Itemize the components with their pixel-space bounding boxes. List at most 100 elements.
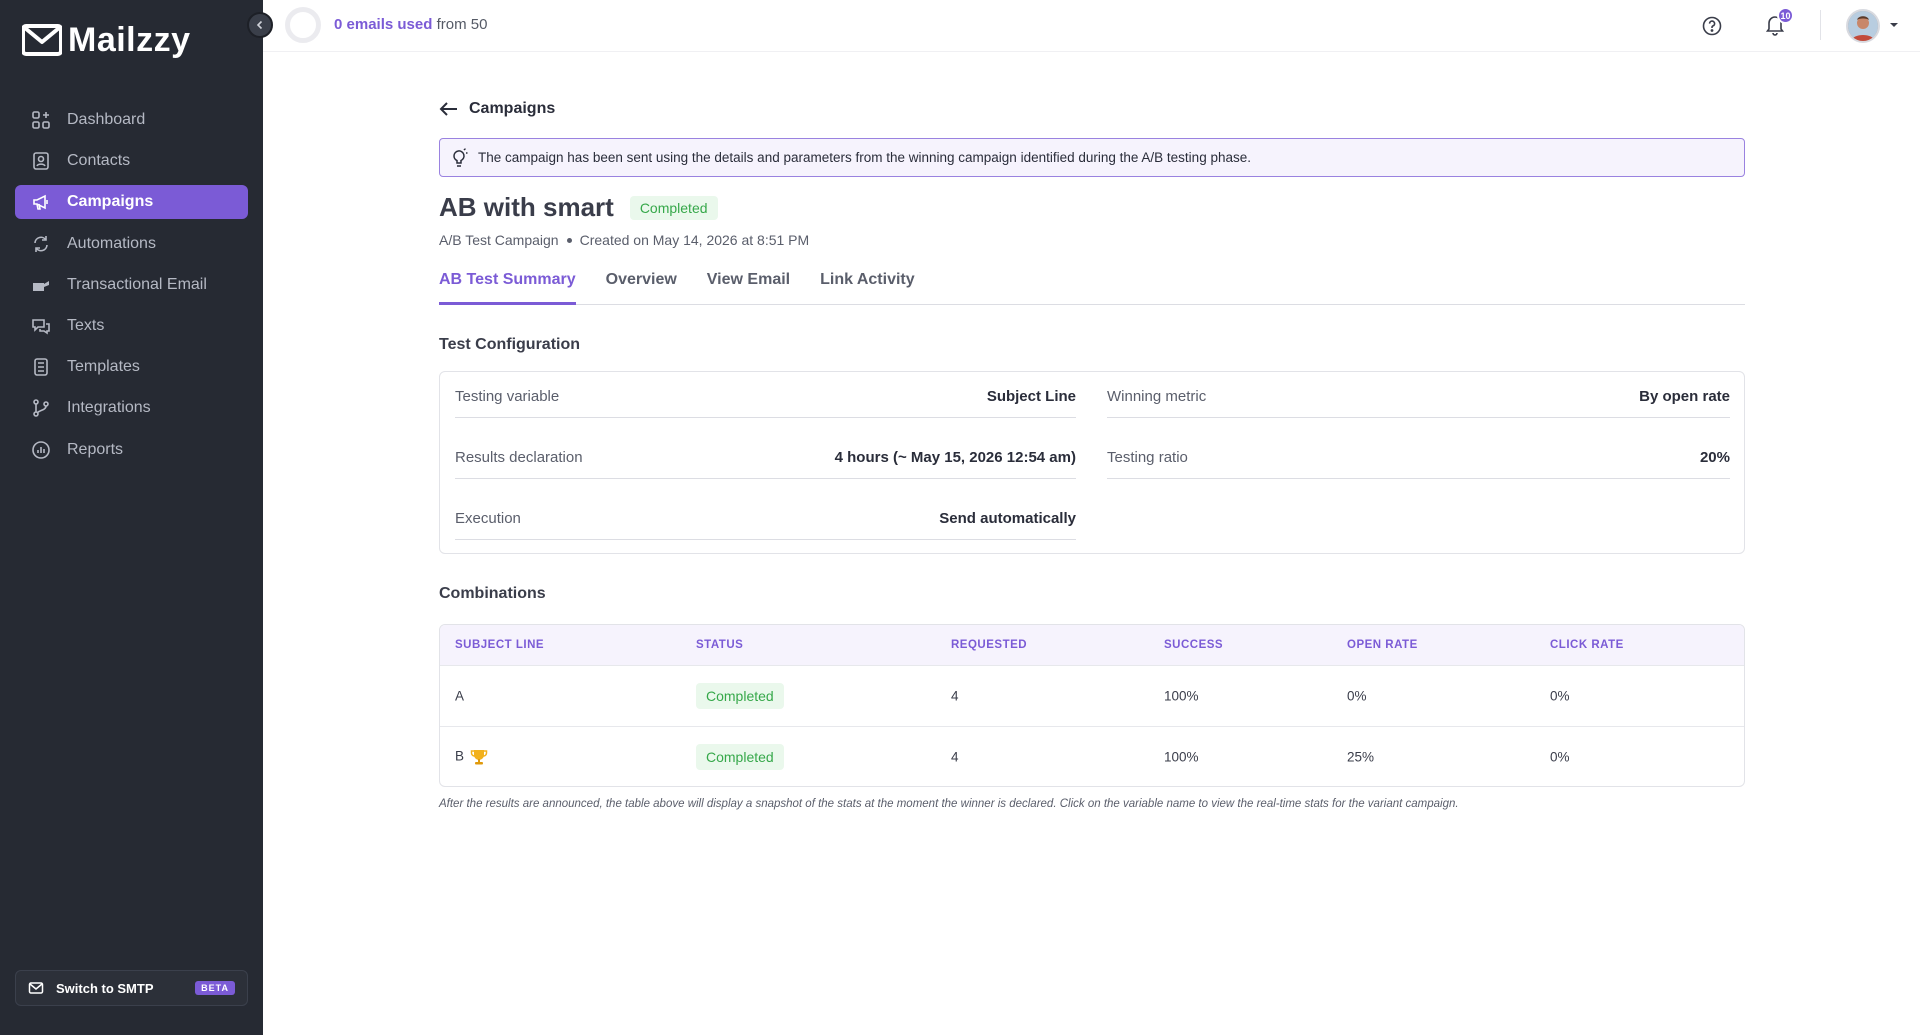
- arrow-left-icon: [439, 102, 457, 116]
- chevron-down-icon[interactable]: [1889, 21, 1899, 29]
- collapse-sidebar-button[interactable]: [247, 12, 273, 38]
- sidebar-item-templates[interactable]: Templates: [15, 350, 248, 384]
- integrations-icon: [33, 399, 49, 418]
- subject-line-cell: B: [455, 748, 488, 766]
- brand-name: Mailzzy: [68, 20, 191, 59]
- sidebar-nav: Dashboard Contacts Campaigns Automations…: [15, 103, 248, 474]
- column-header-open-rate: OPEN RATE: [1347, 639, 1418, 651]
- column-header-success: SUCCESS: [1164, 639, 1224, 651]
- notifications-button[interactable]: 10: [1763, 7, 1794, 40]
- table-row[interactable]: A Completed 4 100% 0% 0%: [440, 665, 1744, 726]
- campaign-type: A/B Test Campaign: [439, 232, 559, 248]
- config-value: Send automatically: [939, 510, 1076, 527]
- requested-value: 4: [951, 688, 959, 704]
- trophy-icon: [470, 750, 488, 765]
- sidebar-item-label: Campaigns: [67, 193, 154, 211]
- page-title: AB with smart: [439, 192, 614, 222]
- sidebar-item-label: Transactional Email: [67, 275, 207, 293]
- config-value: 20%: [1699, 449, 1730, 466]
- test-configuration-title: Test Configuration: [439, 336, 581, 353]
- test-configuration-card: Testing variable Subject Line Winning me…: [439, 371, 1745, 554]
- user-avatar-icon: [1848, 11, 1878, 41]
- tab-view-email[interactable]: View Email: [707, 265, 790, 305]
- sidebar-item-label: Reports: [67, 440, 124, 458]
- tab-ab-test-summary[interactable]: AB Test Summary: [439, 265, 576, 305]
- templates-icon: [34, 358, 48, 376]
- mailzzy-logo-icon: [22, 24, 62, 56]
- beta-badge: BETA: [195, 981, 235, 995]
- column-header-status: STATUS: [696, 639, 744, 651]
- mail-icon: [28, 982, 44, 994]
- lightbulb-icon: [453, 147, 468, 167]
- sidebar-item-label: Contacts: [67, 152, 131, 170]
- topbar: 0 emails used from 50 10: [263, 0, 1920, 52]
- config-testing-variable: Testing variable Subject Line: [455, 388, 1076, 418]
- sidebar-item-label: Dashboard: [67, 111, 146, 128]
- config-label: Winning metric: [1107, 388, 1207, 405]
- campaign-meta: A/B Test Campaign Created on May 14, 202…: [439, 232, 809, 248]
- texts-icon: [32, 319, 50, 335]
- config-value: Subject Line: [986, 388, 1076, 405]
- status-badge: Completed: [696, 744, 784, 770]
- column-header-requested: REQUESTED: [951, 639, 1028, 651]
- open-rate-value: 0%: [1347, 688, 1367, 704]
- dashboard-icon: [32, 111, 50, 129]
- avatar[interactable]: [1846, 9, 1880, 43]
- requested-value: 4: [951, 749, 959, 765]
- contacts-icon: [33, 152, 49, 170]
- usage-limit: from 50: [436, 16, 488, 33]
- combinations-title: Combinations: [439, 585, 546, 602]
- sidebar-item-campaigns[interactable]: Campaigns: [15, 185, 248, 220]
- transactional-icon: [33, 280, 49, 291]
- table-row[interactable]: B Completed 4 100% 25% 0%: [440, 726, 1744, 786]
- click-rate-value: 0%: [1550, 749, 1570, 765]
- tab-overview[interactable]: Overview: [606, 265, 677, 305]
- email-usage: 0 emails used from 50: [334, 16, 487, 33]
- config-label: Execution: [455, 510, 521, 527]
- meta-separator: [566, 237, 572, 243]
- sidebar-item-contacts[interactable]: Contacts: [15, 144, 248, 178]
- sidebar-item-label: Templates: [67, 358, 140, 376]
- created-date: Created on May 14, 2026 at 8:51 PM: [579, 232, 810, 248]
- switch-to-smtp-button[interactable]: Switch to SMTP BETA: [15, 970, 248, 1006]
- config-winning-metric: Winning metric By open rate: [1107, 388, 1730, 418]
- reports-icon: [32, 440, 50, 459]
- subject-line-link[interactable]: B: [455, 749, 464, 764]
- subject-line-link[interactable]: A: [455, 689, 464, 704]
- tab-bar: AB Test Summary Overview View Email Link…: [439, 265, 1745, 305]
- config-testing-ratio: Testing ratio 20%: [1107, 449, 1730, 479]
- automations-icon: [34, 235, 48, 252]
- status-badge: Completed: [696, 683, 784, 709]
- sidebar: Mailzzy Dashboard Contacts Campaigns Aut…: [0, 0, 263, 1035]
- megaphone-icon: [33, 195, 48, 211]
- sidebar-item-label: Texts: [67, 316, 105, 334]
- status-badge: Completed: [629, 195, 718, 220]
- sidebar-item-automations[interactable]: Automations: [15, 227, 248, 261]
- column-header-click-rate: CLICK RATE: [1550, 639, 1624, 651]
- combinations-table: SUBJECT LINE STATUS REQUESTED SUCCESS OP…: [439, 624, 1745, 787]
- sidebar-item-texts[interactable]: Texts: [15, 309, 248, 343]
- sidebar-item-transactional-email[interactable]: Transactional Email: [15, 268, 248, 302]
- click-rate-value: 0%: [1550, 688, 1570, 704]
- back-to-campaigns-link[interactable]: Campaigns: [439, 100, 555, 118]
- sidebar-item-label: Integrations: [67, 399, 151, 417]
- open-rate-value: 25%: [1347, 749, 1375, 765]
- sidebar-item-label: Automations: [67, 234, 156, 252]
- table-footnote: After the results are announced, the tab…: [439, 798, 1459, 810]
- config-label: Testing ratio: [1107, 449, 1188, 466]
- config-label: Testing variable: [455, 388, 560, 405]
- notification-count-badge: 10: [1777, 7, 1794, 24]
- logo[interactable]: Mailzzy: [22, 20, 191, 60]
- sidebar-item-integrations[interactable]: Integrations: [15, 391, 248, 425]
- help-icon[interactable]: [1701, 15, 1723, 37]
- sidebar-item-reports[interactable]: Reports: [15, 433, 248, 467]
- smtp-label: Switch to SMTP: [56, 980, 154, 996]
- config-results-declaration: Results declaration 4 hours (~ May 15, 2…: [455, 449, 1076, 479]
- winning-campaign-notice: The campaign has been sent using the det…: [439, 138, 1745, 177]
- usage-count: 0 emails used: [334, 16, 433, 33]
- sidebar-item-dashboard[interactable]: Dashboard: [15, 103, 248, 137]
- config-value: By open rate: [1639, 388, 1730, 405]
- topbar-divider: [1820, 10, 1821, 40]
- tab-link-activity[interactable]: Link Activity: [820, 265, 915, 305]
- config-execution: Execution Send automatically: [455, 510, 1076, 540]
